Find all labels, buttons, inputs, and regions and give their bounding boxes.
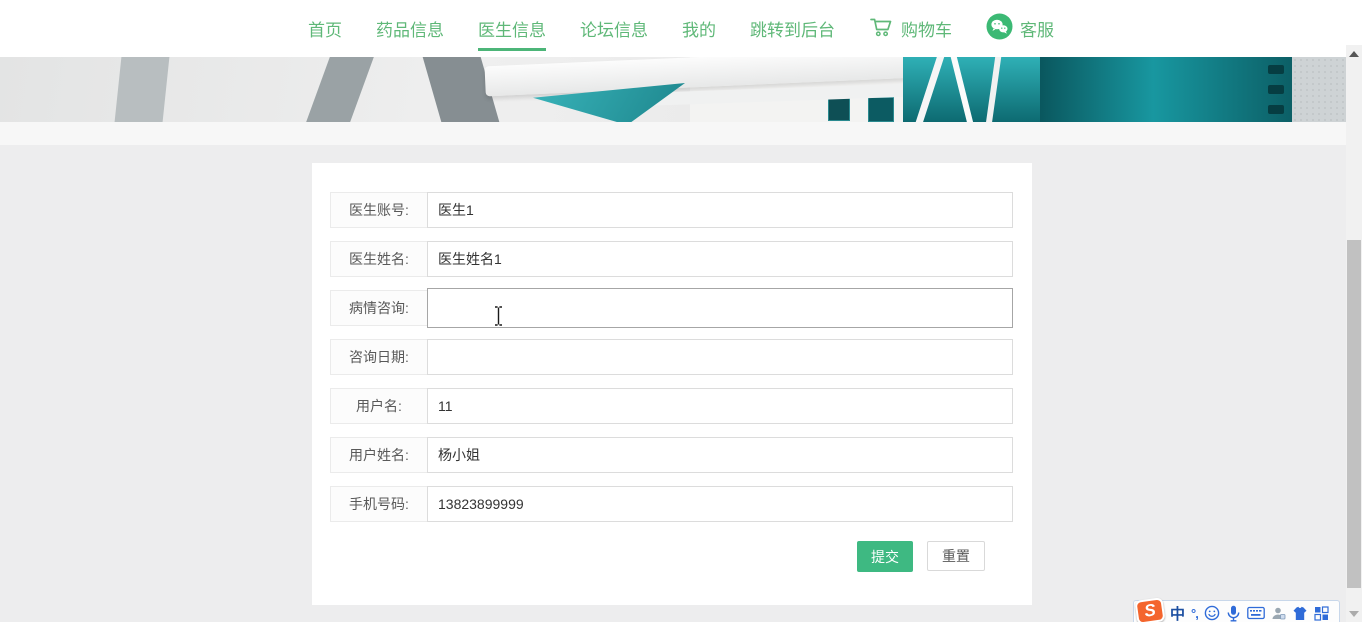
nav-item-home[interactable]: 首页 (308, 16, 342, 41)
scrollbar-up-arrow[interactable] (1349, 51, 1359, 57)
form-row-doctor-account: 医生账号: (330, 192, 1013, 228)
condition-consult-input[interactable] (428, 289, 1012, 327)
soft-keyboard-icon[interactable] (1246, 606, 1265, 620)
scrollbar (1346, 45, 1362, 622)
chinese-mode-icon[interactable]: 中 (1170, 603, 1185, 622)
wechat-service-icon (986, 13, 1013, 45)
nav-item-doctor-info[interactable]: 医生信息 (478, 16, 546, 51)
cart-label: 购物车 (901, 21, 952, 40)
emoji-picker-icon[interactable] (1204, 605, 1220, 621)
hero-banner (0, 57, 1362, 122)
user-fullname-input[interactable] (428, 438, 1012, 472)
nav-item-mine[interactable]: 我的 (682, 16, 716, 41)
username-label: 用户名: (330, 388, 428, 424)
scrollbar-thumb[interactable] (1347, 240, 1361, 588)
hero-machine-slot (1268, 105, 1284, 114)
cart-icon (869, 15, 894, 43)
form-row-consult-date: 咨询日期: (330, 339, 1013, 375)
form-row-user-fullname: 用户姓名: (330, 437, 1013, 473)
hero-machine-body (1040, 57, 1292, 122)
hero-pillar-shape (306, 57, 374, 122)
skin-icon[interactable] (1292, 606, 1308, 621)
punctuation-icon[interactable]: °, (1191, 606, 1199, 621)
user-fullname-label: 用户姓名: (330, 437, 428, 473)
doctor-account-label: 医生账号: (330, 192, 428, 228)
scrollbar-down-arrow[interactable] (1349, 611, 1359, 617)
hero-monitor-screen (868, 97, 894, 122)
submit-button[interactable]: 提交 (857, 541, 913, 572)
form-row-condition-consult: 病情咨询: (330, 288, 1013, 328)
sogou-logo-icon[interactable]: S (1134, 597, 1166, 622)
hero-machine-slot (1268, 65, 1284, 74)
text-cursor-pointer (493, 306, 504, 331)
nav-item-forum-info[interactable]: 论坛信息 (580, 16, 648, 41)
username-input[interactable] (428, 389, 1012, 423)
nav-item-drug-info[interactable]: 药品信息 (376, 16, 444, 41)
section-divider-strip (0, 122, 1362, 145)
doctor-name-label: 医生姓名: (330, 241, 428, 277)
hero-machine-slot (1268, 85, 1284, 94)
nav-item-goto-backend[interactable]: 跳转到后台 (750, 16, 835, 41)
account-icon[interactable] (1271, 606, 1286, 621)
form-row-doctor-name: 医生姓名: (330, 241, 1013, 277)
form-actions: 提交 重置 (330, 541, 1013, 572)
form-row-phone: 手机号码: (330, 486, 1013, 522)
phone-label: 手机号码: (330, 486, 428, 522)
consult-date-input[interactable] (428, 340, 1012, 374)
consult-date-label: 咨询日期: (330, 339, 428, 375)
nav-item-cart[interactable]: 购物车 (869, 15, 952, 43)
reset-button[interactable]: 重置 (927, 541, 985, 571)
consult-form-card: 医生账号: 医生姓名: 病情咨询: 咨询日期: 用户名: 用户姓名: 手机号码: (312, 163, 1032, 605)
nav-item-customer-service[interactable]: 客服 (986, 13, 1054, 45)
customer-service-label: 客服 (1020, 21, 1054, 40)
toolbox-icon[interactable] (1314, 605, 1329, 621)
form-row-username: 用户名: (330, 388, 1013, 424)
doctor-account-input[interactable] (428, 193, 1012, 227)
voice-input-icon[interactable] (1226, 605, 1241, 622)
condition-consult-label: 病情咨询: (330, 290, 428, 326)
hero-pillar-shape (114, 57, 170, 122)
top-navbar: 首页 药品信息 医生信息 论坛信息 我的 跳转到后台 购物车 客服 (0, 0, 1362, 57)
doctor-name-input[interactable] (428, 242, 1012, 276)
sogou-ime-toolbar: S 中 °, (1133, 597, 1340, 622)
consult-form: 医生账号: 医生姓名: 病情咨询: 咨询日期: 用户名: 用户姓名: 手机号码: (330, 192, 1013, 572)
phone-input[interactable] (428, 487, 1012, 521)
